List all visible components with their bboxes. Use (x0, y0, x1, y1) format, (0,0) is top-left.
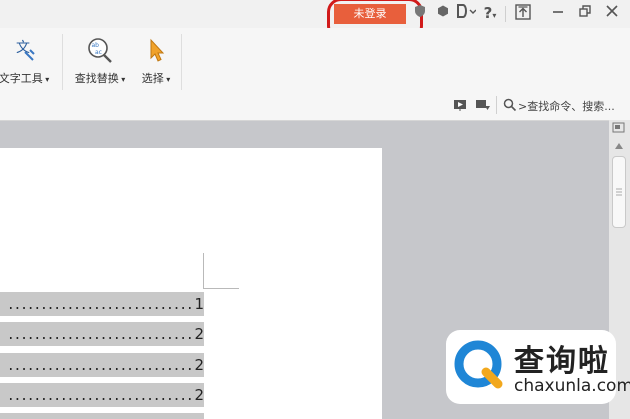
hexagon-icon[interactable] (436, 4, 450, 22)
find-replace-icon: ab ac (88, 38, 112, 63)
text-tools-button[interactable]: 文 文字工具 ▾ (0, 36, 52, 86)
ribbon-divider (496, 96, 497, 114)
toc-line[interactable]: ............................ 1 (0, 292, 204, 316)
minimize-icon[interactable] (550, 4, 566, 22)
ribbon-separator (62, 34, 63, 90)
toc-line-partial (0, 413, 204, 419)
help-icon[interactable]: ?▾ (480, 4, 500, 22)
search-placeholder: 查找命令、搜索... (527, 100, 615, 113)
split-view-icon[interactable] (612, 122, 626, 134)
toc-line[interactable]: ............................ 2 (0, 383, 204, 407)
text-tools-icon: 文 (16, 40, 35, 61)
close-icon[interactable] (604, 4, 620, 22)
upload-icon[interactable] (514, 4, 532, 22)
watermark-brand-cn: 查询啦 (514, 344, 610, 379)
ribbon-separator (181, 34, 182, 90)
comment-filter-icon[interactable] (475, 98, 491, 112)
watermark-brand-en: chaxunla.com (514, 376, 630, 396)
scroll-up-icon[interactable] (613, 140, 625, 150)
find-replace-label: 查找替换 (74, 72, 119, 85)
search-icon[interactable] (503, 98, 517, 112)
toc-page-number: 2 (194, 356, 204, 374)
svg-text:ab: ab (92, 42, 100, 49)
cursor-icon (150, 38, 165, 62)
scrollbar-thumb[interactable] (612, 156, 626, 228)
restore-icon[interactable] (577, 4, 593, 22)
skin-icon[interactable] (455, 4, 477, 22)
titlebar-divider (505, 6, 506, 22)
presentation-icon[interactable] (453, 98, 467, 112)
shield-icon[interactable] (412, 4, 428, 22)
margin-corner-mark (203, 253, 204, 289)
select-button[interactable]: 选择 ▾ (136, 36, 176, 86)
search-arrow: > (518, 100, 528, 113)
watermark-logo-icon (452, 336, 512, 396)
title-bar (0, 0, 630, 28)
svg-text:ac: ac (95, 49, 102, 56)
text-tools-label: 文字工具 (0, 72, 43, 85)
document-page[interactable] (0, 148, 382, 419)
toc-line[interactable]: ............................ 2 (0, 353, 204, 377)
toc-line[interactable]: ............................ 2 (0, 322, 204, 346)
find-replace-button[interactable]: ab ac 查找替换 ▾ (70, 36, 130, 86)
margin-corner-mark (203, 288, 239, 289)
toc-page-number: 2 (194, 325, 204, 343)
command-search-input[interactable]: >查找命令、搜索... (518, 98, 630, 114)
toc-page-number: 1 (194, 295, 204, 313)
toc-page-number: 2 (194, 386, 204, 404)
select-label: 选择 (141, 72, 164, 85)
